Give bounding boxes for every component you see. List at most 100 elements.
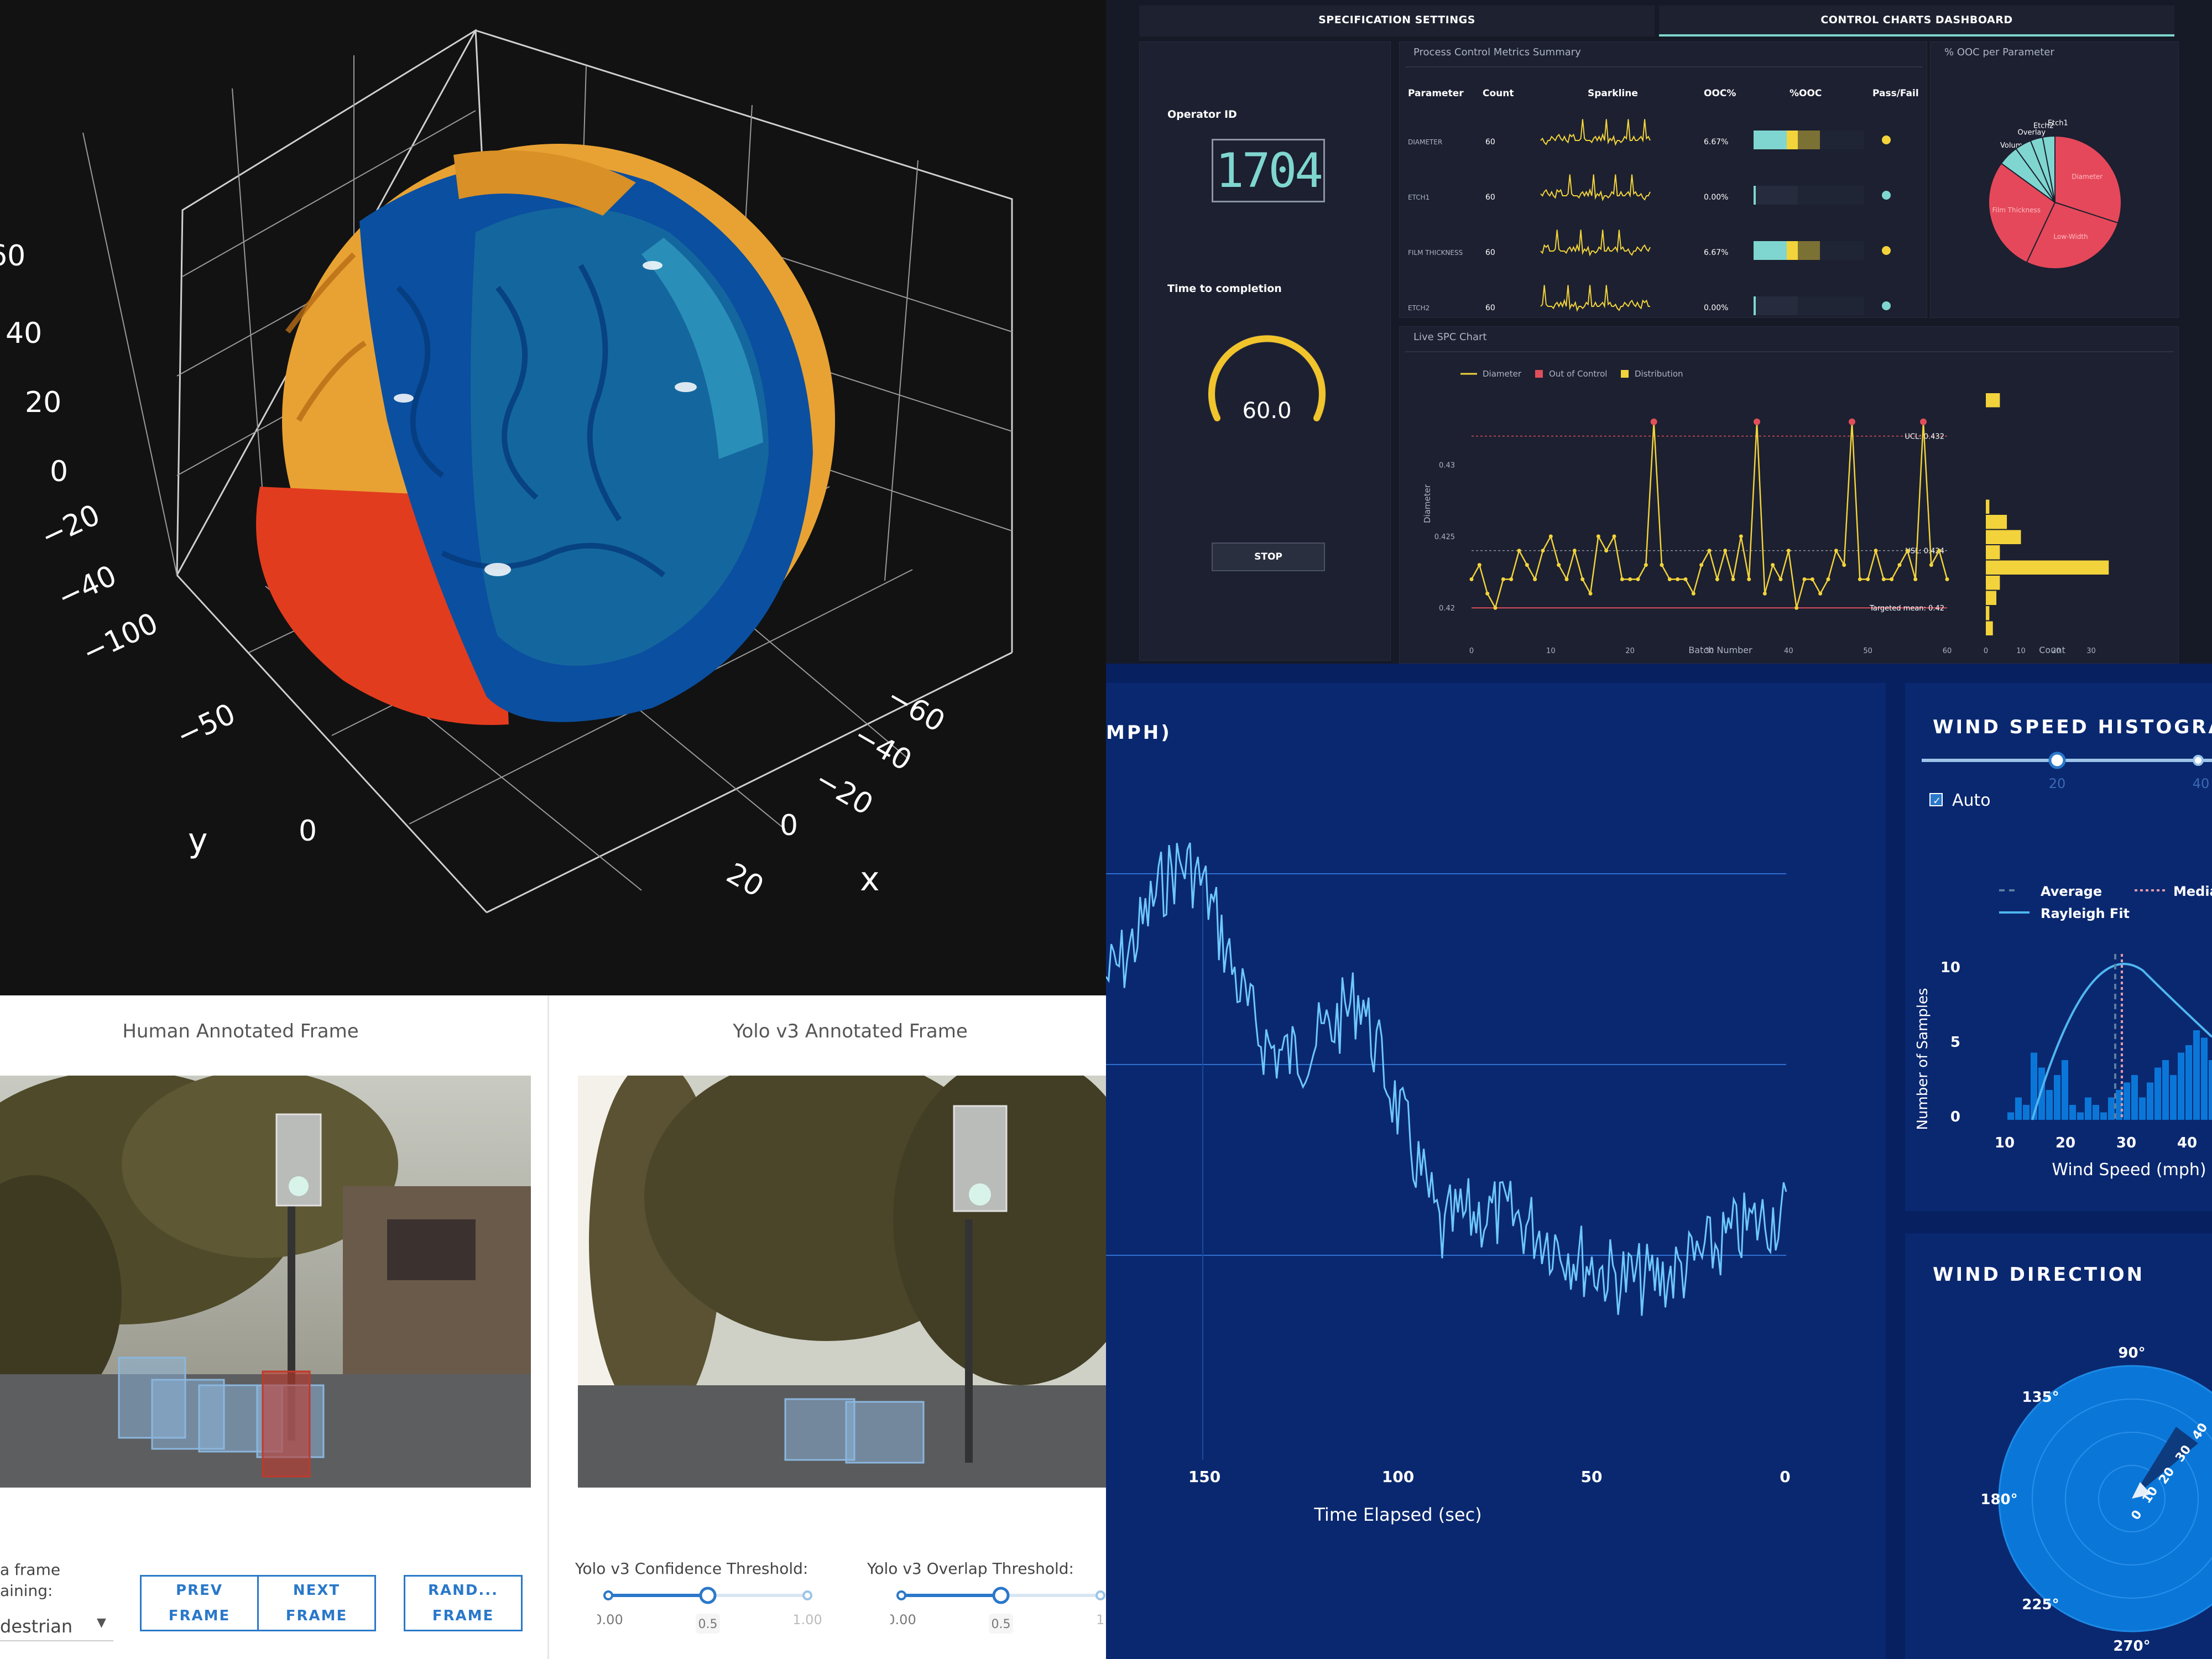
data-point[interactable] <box>1897 563 1902 567</box>
data-point[interactable] <box>1533 577 1537 581</box>
data-point[interactable] <box>1731 577 1735 581</box>
target-label: Targeted mean: 0.42 <box>1869 604 1944 613</box>
data-point[interactable] <box>1881 577 1886 581</box>
operator-id-display: 1704 <box>1212 139 1325 202</box>
data-point[interactable] <box>1557 563 1561 567</box>
data-point[interactable] <box>1762 591 1767 596</box>
data-point[interactable] <box>1771 563 1775 567</box>
data-point[interactable] <box>1802 577 1807 581</box>
data-point[interactable] <box>1810 577 1814 581</box>
data-point[interactable] <box>1541 549 1545 553</box>
y-axis-label: y <box>188 821 208 860</box>
pass-fail-indicator <box>1882 135 1891 144</box>
wind-histogram-card: WIND SPEED HISTOGRAM 20 40 ✓ Auto Averag… <box>1905 683 2212 1211</box>
hist-x-tick: 20 <box>2052 647 2061 655</box>
data-point[interactable] <box>1636 577 1640 581</box>
data-point[interactable] <box>1580 577 1585 581</box>
data-point[interactable] <box>1644 563 1648 567</box>
data-point[interactable] <box>1525 563 1529 567</box>
data-point[interactable] <box>1723 549 1728 553</box>
data-point[interactable] <box>1890 577 1894 581</box>
data-point[interactable] <box>1469 577 1474 581</box>
data-point[interactable] <box>1945 577 1949 581</box>
data-point[interactable] <box>1699 563 1704 567</box>
data-point[interactable] <box>1660 563 1664 567</box>
data-point[interactable] <box>1588 591 1593 596</box>
data-point[interactable] <box>1676 577 1680 581</box>
metric-sparkline <box>1540 285 1650 312</box>
data-point[interactable] <box>1667 577 1672 581</box>
data-point[interactable] <box>1564 577 1569 581</box>
data-point[interactable] <box>1517 549 1521 553</box>
data-point[interactable] <box>1874 549 1878 553</box>
data-point[interactable] <box>1826 577 1830 581</box>
object-detection-app: Human Annotated Frame Yolo v3 Annotated … <box>0 995 1106 1659</box>
data-point[interactable] <box>1905 549 1910 553</box>
prev-frame-label-line2: FRAME <box>168 1608 231 1624</box>
data-point[interactable] <box>1509 577 1514 581</box>
data-point[interactable] <box>1683 577 1688 581</box>
class-dropdown[interactable]: destrian ▼ <box>0 1609 113 1641</box>
data-point[interactable] <box>1794 606 1799 610</box>
spc-x-tick: 10 <box>1546 647 1556 655</box>
data-point[interactable] <box>1866 577 1870 581</box>
spc-x-axis-label: Batch Number <box>1688 645 1752 655</box>
bin-slider-handle[interactable] <box>2048 752 2066 769</box>
brain-3d-plot[interactable]: 60 40 20 0 −20 −40 −100 −50 0 y −60 −40 … <box>0 0 1106 995</box>
data-point[interactable] <box>1739 534 1743 539</box>
live-spc-chart[interactable]: Diameter Out of Control Distribution Dia… <box>1400 327 2179 664</box>
ooc-point[interactable] <box>1920 418 1927 425</box>
ooc-pie-chart[interactable]: DiameterLow-WidthFilm ThicknessVolumeOve… <box>1931 42 2179 319</box>
data-point[interactable] <box>1485 591 1490 596</box>
data-point[interactable] <box>1493 606 1498 610</box>
metric-row: ETCH2 60 0.00% <box>1408 285 1891 315</box>
data-point[interactable] <box>1477 563 1481 567</box>
data-point[interactable] <box>1707 549 1712 553</box>
ooc-point[interactable] <box>1849 418 1855 425</box>
gauge-value: 60.0 <box>1242 398 1291 424</box>
wind-x-tick: 100 <box>1382 1468 1414 1486</box>
confidence-slider[interactable]: 0.00 0.5 1.00 <box>597 1582 830 1637</box>
data-point[interactable] <box>1572 549 1577 553</box>
data-point[interactable] <box>1818 591 1823 596</box>
data-point[interactable] <box>1842 563 1846 567</box>
ooc-point[interactable] <box>1650 418 1657 425</box>
wind-dashboard: MPH) 150 100 50 0 Time Elapsed (sec) WIN… <box>1106 664 2212 1659</box>
data-point[interactable] <box>1548 534 1553 539</box>
data-point[interactable] <box>1786 549 1791 553</box>
wind-speed-chart[interactable]: 150 100 50 0 Time Elapsed (sec) <box>1106 683 1886 1659</box>
ooc-pie-card: % OOC per Parameter Diameter Low-Width Fil… <box>1930 41 2179 318</box>
pie-label: Diameter <box>2072 173 2103 181</box>
z-tick: −20 <box>36 498 105 554</box>
data-point[interactable] <box>1620 577 1624 581</box>
data-point[interactable] <box>1937 549 1942 553</box>
data-point[interactable] <box>1604 549 1609 553</box>
data-point[interactable] <box>1834 549 1838 553</box>
overlap-slider-handle <box>992 1587 1010 1604</box>
tab-specification-settings[interactable]: SPECIFICATION SETTINGS <box>1139 6 1655 36</box>
random-frame-button[interactable]: RAND... FRAME <box>404 1575 523 1631</box>
data-point[interactable] <box>1929 563 1933 567</box>
data-point[interactable] <box>1612 534 1616 539</box>
wind-histogram-chart[interactable]: 20 40 ✓ Auto Average Media Rayleigh Fit … <box>1905 683 2212 1211</box>
prev-frame-button[interactable]: PREV FRAME <box>140 1575 259 1631</box>
data-point[interactable] <box>1858 577 1862 581</box>
data-point[interactable] <box>1501 577 1505 581</box>
data-point[interactable] <box>1691 591 1695 596</box>
stop-button[interactable]: STOP <box>1212 542 1325 571</box>
next-frame-button[interactable]: NEXT FRAME <box>257 1575 376 1631</box>
data-point[interactable] <box>1628 577 1632 581</box>
metrics-table: Parameter Count Sparkline OOC% %OOC Pass… <box>1405 66 1922 315</box>
wind-direction-polar[interactable]: 90° 135° 180° 225° 270° 0 10 20 30 40 <box>1905 1233 2212 1659</box>
overlap-slider[interactable]: 0.00 0.5 1.0 <box>890 1582 1106 1637</box>
wind-hist-bar <box>2147 1082 2153 1120</box>
data-point[interactable] <box>1913 577 1918 581</box>
data-point[interactable] <box>1596 534 1600 539</box>
data-point[interactable] <box>1747 577 1751 581</box>
wind-hist-legend: Average Media Rayleigh Fit <box>1999 884 2212 921</box>
brain-3d-canvas[interactable]: 60 40 20 0 −20 −40 −100 −50 0 y −60 −40 … <box>0 0 1106 995</box>
data-point[interactable] <box>1778 577 1783 581</box>
ooc-point[interactable] <box>1754 418 1760 425</box>
tab-control-charts-dashboard[interactable]: CONTROL CHARTS DASHBOARD <box>1659 6 2174 36</box>
data-point[interactable] <box>1715 577 1719 581</box>
